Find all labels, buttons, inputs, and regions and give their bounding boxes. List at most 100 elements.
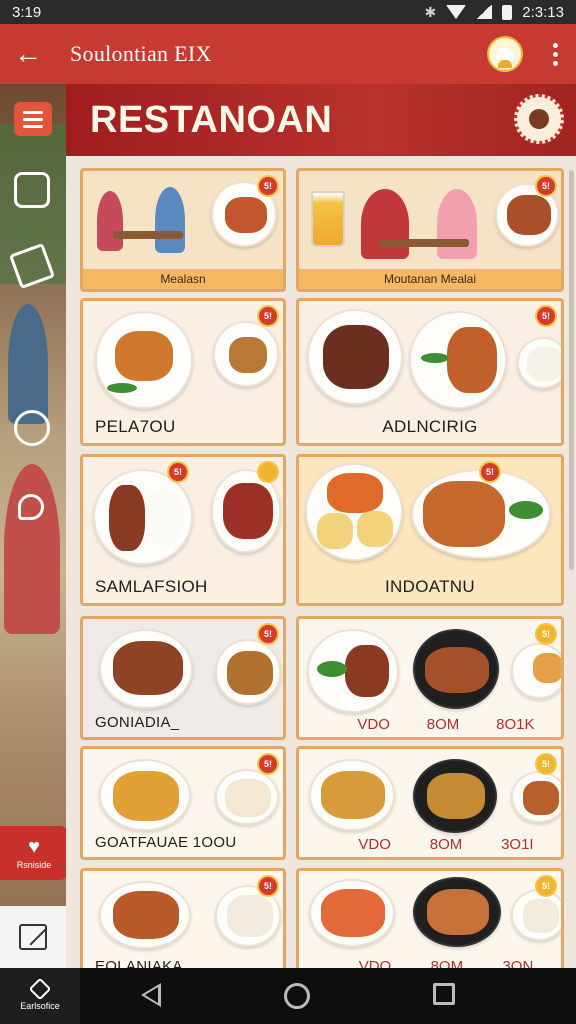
price-row: VDO 8OM 8O1K [299,716,561,733]
price: 8O1K [496,716,535,733]
table-illustration [379,239,469,247]
bluetooth-icon: ✱ [424,3,437,20]
dish-image [309,759,395,831]
diner-illustration [437,189,477,259]
menu-card[interactable]: 5! VDO 8OM 3ON [296,868,564,968]
dish-image [95,311,193,409]
offer-badge: 5! [257,305,279,327]
dish-image [413,877,501,947]
promo-label: Rsniside [16,859,52,870]
dish-name: ADLNCIRIG [382,417,478,436]
offer-badge: 5! [535,753,557,775]
diner-illustration [155,187,185,253]
dish-image [215,769,279,825]
status-icons: ✱ 2:3:13 [425,4,564,21]
dish-name: EOLANIAKA [95,958,183,968]
nav-home-icon[interactable] [283,983,310,1009]
price: 8OM [426,716,460,733]
menu-card[interactable]: 5! ADLNCIRIG [296,298,564,446]
status-clock: 2:3:13 [522,3,564,21]
dish-name: INDOATNU [385,577,475,596]
nav-back-icon[interactable] [141,983,162,1007]
dish-image [305,463,403,561]
offer-badge: 5! [479,461,501,483]
dish-image [307,629,399,713]
dish-image [409,311,507,409]
heart-icon: ♥ [28,835,40,858]
location-pin-icon [28,977,52,1001]
dish-image [99,881,191,949]
edit-button[interactable] [0,906,66,968]
dish-name: GONIADIA_ [95,714,180,731]
price-row: VDO 8OM 3O1I [299,836,561,853]
offer-badge: 5! [257,623,279,645]
menu-card[interactable]: 5! VDO 8OM 3O1I [296,746,564,860]
dish-image [99,629,193,709]
app-bar: ← Soulontian EIX [0,24,576,84]
restaurant-banner: RESTANOAN [66,84,576,156]
price: 8OM [430,958,464,968]
dish-image [511,771,561,823]
price: VDO [358,958,392,968]
dish-image [93,469,193,565]
cylinder-icon[interactable] [14,410,50,446]
hamburger-menu-icon[interactable] [14,102,52,136]
price: VDO [357,716,390,733]
sidebar: ♥ Rsniside [0,84,66,968]
dish-caption: Mealasn [83,269,283,289]
wifi-icon [446,5,467,19]
menu-card[interactable]: 5! GONIADIA_ [80,616,286,740]
restaurant-title: RESTANOAN [90,98,333,141]
menu-card[interactable]: 5! VDO 8OM 8O1K [296,616,564,740]
emblem-icon [514,94,564,144]
menu-card[interactable]: 5! PELA7OU [80,298,286,446]
dish-image [413,629,499,709]
status-bar: 3:19 ✱ 2:3:13 [0,0,576,24]
menu-grid: 5! Mealasn 5! Moutanan Mealai 5! PELA7OU [66,156,576,968]
offer-badge: 5! [257,175,279,197]
offer-badge: 5! [257,875,279,897]
dish-image [517,337,561,389]
nav-buttons [80,983,576,1009]
diner-illustration [97,191,123,251]
signal-icon [476,5,493,19]
offer-badge: 5! [535,875,557,897]
dish-image [511,889,561,941]
price-row: VDO 8OM 3ON [299,958,561,968]
menu-card[interactable]: 5! INDOATNU [296,454,564,606]
location-button[interactable]: Earlsofice [0,968,80,1024]
nav-recents-icon[interactable] [432,983,455,1005]
price: 3O1I [501,836,534,853]
dish-image [215,639,281,705]
edit-icon [19,924,47,950]
app-title: Soulontian EIX [70,41,212,66]
menu-card[interactable]: 5! Moutanan Mealai [296,168,564,292]
nav-left-label: Earlsofice [20,1001,60,1011]
offer-badge: 5! [535,175,557,197]
dish-image [99,759,191,831]
dish-name: GOATFAUAE 1OOU [95,834,237,851]
dish-name: SAMLAFSIOH [95,577,208,596]
offer-badge: 5! [257,753,279,775]
scrollbar[interactable] [569,170,574,570]
arrow-left-icon[interactable]: ← [14,38,54,70]
receipt-icon[interactable] [14,172,50,208]
dish-image [413,759,497,833]
price: 3ON [502,958,534,968]
dish-image [309,879,395,947]
dish-image [213,321,279,387]
menu-card[interactable]: 5! EOLANIAKA [80,868,286,968]
status-time: 3:19 [12,3,42,21]
location-pin-icon[interactable] [18,494,44,520]
sidebar-illustration [4,464,60,634]
menu-card[interactable]: 5! SAMLAFSIOH [80,454,286,606]
offer-badge: 5! [535,623,557,645]
dish-image [411,469,551,559]
promo-button[interactable]: ♥ Rsniside [0,826,66,880]
more-vert-icon[interactable] [549,39,562,70]
menu-card[interactable]: 5! GOATFAUAE 1OOU [80,746,286,860]
menu-card[interactable]: 5! Mealasn [80,168,286,292]
offer-badge: 5! [167,461,189,483]
chef-icon[interactable] [487,36,523,72]
offer-badge [257,461,279,483]
